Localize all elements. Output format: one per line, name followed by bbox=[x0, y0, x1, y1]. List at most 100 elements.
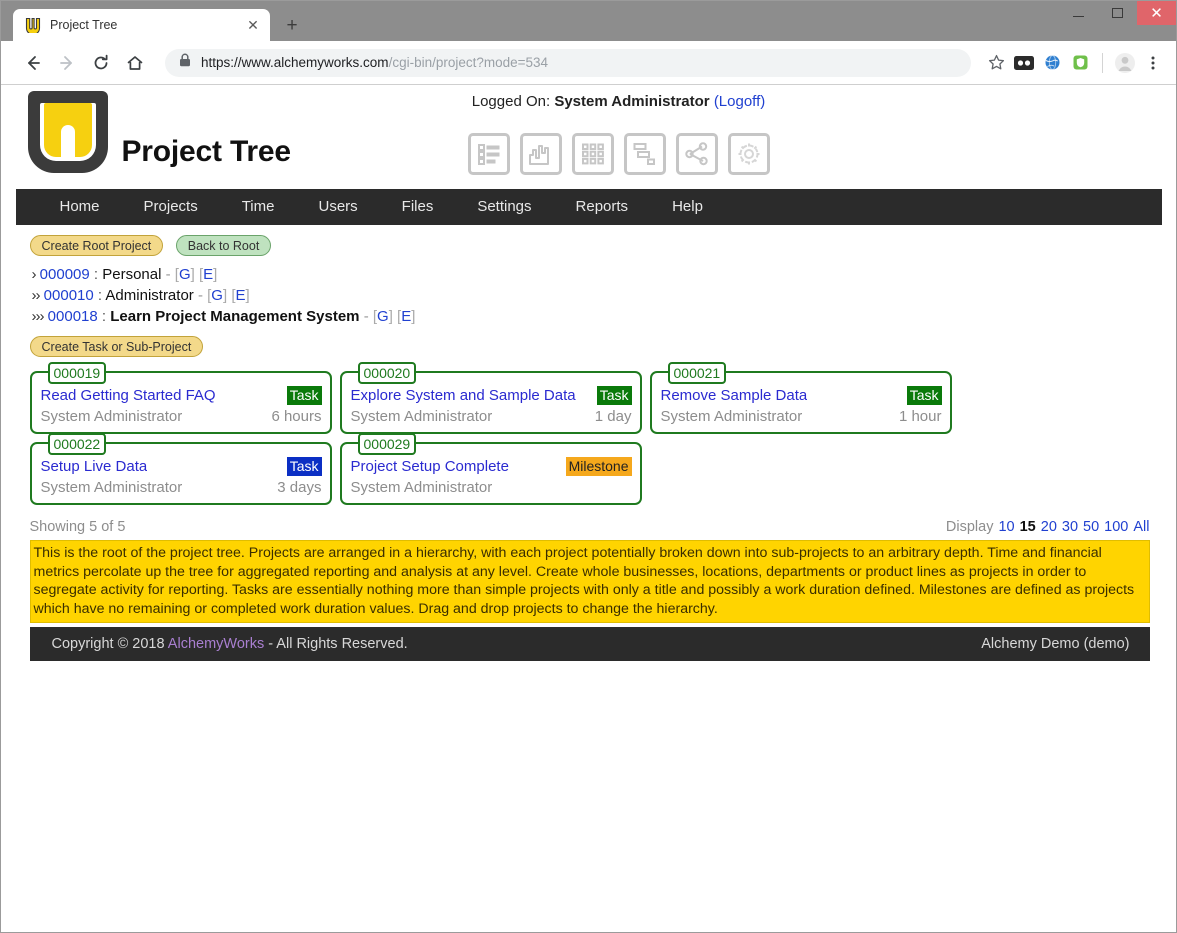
extension-dots-icon[interactable] bbox=[1011, 50, 1037, 76]
browser-window: Project Tree ✕ + ✕ https://www.alchemywo… bbox=[0, 0, 1177, 933]
back-to-root-button[interactable]: Back to Root bbox=[175, 235, 272, 256]
display-options: Display 10 15 20 30 50 100 All bbox=[946, 519, 1150, 535]
account-label: Alchemy Demo (demo) bbox=[981, 636, 1130, 652]
alchemyworks-link[interactable]: AlchemyWorks bbox=[168, 636, 264, 652]
project-card-title[interactable]: Project Setup Complete bbox=[351, 458, 509, 475]
back-icon[interactable] bbox=[17, 47, 49, 79]
address-bar-url: https://www.alchemyworks.com/cgi-bin/pro… bbox=[201, 55, 549, 70]
project-card-title[interactable]: Remove Sample Data bbox=[661, 387, 808, 404]
project-card-title[interactable]: Explore System and Sample Data bbox=[351, 387, 576, 404]
new-tab-button[interactable]: + bbox=[278, 11, 306, 39]
gantt-chart-icon[interactable] bbox=[519, 133, 562, 175]
gantt-link[interactable]: G bbox=[179, 266, 191, 283]
project-card-owner: System Administrator bbox=[350, 479, 493, 496]
tab-strip: Project Tree ✕ + bbox=[1, 1, 306, 41]
logoff-link[interactable]: (Logoff) bbox=[714, 93, 765, 110]
nav-item-settings[interactable]: Settings bbox=[455, 189, 553, 225]
project-tree-logo-icon bbox=[25, 17, 41, 36]
page-viewport: Project Tree Logged On: System Administr… bbox=[1, 85, 1176, 931]
home-icon[interactable] bbox=[119, 47, 151, 79]
bracket-close: ] bbox=[213, 266, 218, 283]
project-name[interactable]: Learn Project Management System bbox=[110, 308, 359, 325]
project-card[interactable]: 000021 Remove Sample Data Task System Admin… bbox=[649, 362, 952, 434]
app-header: Project Tree Logged On: System Administr… bbox=[16, 85, 1162, 189]
nav-item-time[interactable]: Time bbox=[220, 189, 297, 225]
gantt-link[interactable]: G bbox=[377, 308, 389, 325]
display-option-10[interactable]: 10 bbox=[998, 519, 1014, 535]
project-card[interactable]: 000019 Read Getting Started FAQ Task System… bbox=[29, 362, 332, 434]
create-root-project-button[interactable]: Create Root Project bbox=[29, 235, 164, 256]
globe-icon[interactable] bbox=[1039, 50, 1065, 76]
project-card-id[interactable]: 000022 bbox=[47, 433, 107, 455]
project-card[interactable]: 000022 Setup Live Data Task System Administ… bbox=[29, 433, 332, 505]
nav-item-projects[interactable]: Projects bbox=[122, 189, 220, 225]
display-option-all[interactable]: All bbox=[1133, 519, 1149, 535]
edit-link[interactable]: E bbox=[235, 287, 245, 304]
project-card-meta: System Administrator bbox=[351, 479, 632, 496]
nav-item-reports[interactable]: Reports bbox=[554, 189, 651, 225]
copyright-suffix: - All Rights Reserved. bbox=[268, 636, 408, 652]
bookmark-star-icon[interactable] bbox=[983, 50, 1009, 76]
network-view-icon[interactable] bbox=[675, 133, 718, 175]
browser-toolbar: https://www.alchemyworks.com/cgi-bin/pro… bbox=[1, 41, 1176, 85]
shield-icon[interactable] bbox=[1067, 50, 1093, 76]
project-id-link[interactable]: 000010 bbox=[44, 287, 94, 304]
browser-tab[interactable]: Project Tree ✕ bbox=[13, 9, 270, 41]
project-card-id[interactable]: 000020 bbox=[357, 362, 417, 384]
settings-gear-icon[interactable] bbox=[727, 133, 770, 175]
project-card-header: Setup Live Data Task bbox=[41, 457, 322, 476]
avatar[interactable] bbox=[1112, 50, 1138, 76]
display-option-30[interactable]: 30 bbox=[1062, 519, 1078, 535]
status-badge: Task bbox=[596, 386, 632, 405]
project-card-header: Project Setup Complete Milestone bbox=[351, 457, 632, 476]
edit-link[interactable]: E bbox=[401, 308, 411, 325]
edit-link[interactable]: E bbox=[203, 266, 213, 283]
nav-item-help[interactable]: Help bbox=[650, 189, 725, 225]
separator: : bbox=[93, 266, 99, 283]
list-view-icon[interactable] bbox=[467, 133, 510, 175]
address-bar[interactable]: https://www.alchemyworks.com/cgi-bin/pro… bbox=[165, 48, 971, 77]
grid-view-icon[interactable] bbox=[571, 133, 614, 175]
tab-title: Project Tree bbox=[50, 18, 118, 32]
project-breadcrumb-tree: › 000009 : Personal - [G] [E] ›› 000010 :… bbox=[32, 264, 1150, 327]
browser-titlebar: Project Tree ✕ + ✕ bbox=[1, 1, 1176, 41]
project-name[interactable]: Administrator bbox=[105, 287, 193, 304]
hierarchy-view-icon[interactable] bbox=[623, 133, 666, 175]
display-label: Display bbox=[945, 519, 994, 535]
window-close-button[interactable]: ✕ bbox=[1137, 1, 1176, 25]
project-card-id[interactable]: 000021 bbox=[667, 362, 727, 384]
project-card-title[interactable]: Read Getting Started FAQ bbox=[41, 387, 216, 404]
create-task-row: Create Task or Sub-Project bbox=[29, 336, 1150, 357]
display-option-20[interactable]: 20 bbox=[1041, 519, 1057, 535]
project-card[interactable]: 000029 Project Setup Complete Milestone Sys… bbox=[339, 433, 642, 505]
create-task-or-subproject-button[interactable]: Create Task or Sub-Project bbox=[29, 336, 204, 357]
browser-menu-icon[interactable] bbox=[1140, 50, 1166, 76]
window-maximize-button[interactable] bbox=[1098, 1, 1137, 25]
content-area: Create Root Project Back to Root › 00000… bbox=[16, 225, 1162, 661]
toolbar-divider bbox=[1102, 52, 1103, 73]
project-card-duration: 6 hours bbox=[271, 408, 322, 425]
project-card-title[interactable]: Setup Live Data bbox=[41, 458, 148, 475]
nav-item-files[interactable]: Files bbox=[380, 189, 456, 225]
display-option-100[interactable]: 100 bbox=[1104, 519, 1128, 535]
nav-item-home[interactable]: Home bbox=[38, 189, 122, 225]
bracket-close: ] bbox=[388, 308, 393, 325]
project-card-id[interactable]: 000019 bbox=[47, 362, 107, 384]
window-minimize-button[interactable] bbox=[1059, 1, 1098, 25]
project-id-link[interactable]: 000018 bbox=[48, 308, 98, 325]
project-name[interactable]: Personal bbox=[102, 266, 161, 283]
project-card[interactable]: 000020 Explore System and Sample Data Task… bbox=[339, 362, 642, 434]
project-card-header: Read Getting Started FAQ Task bbox=[41, 386, 322, 405]
breadcrumb-row: › 000009 : Personal - [G] [E] bbox=[32, 264, 1150, 285]
display-option-50[interactable]: 50 bbox=[1083, 519, 1099, 535]
display-option-15[interactable]: 15 bbox=[1020, 519, 1036, 535]
nav-item-users[interactable]: Users bbox=[296, 189, 379, 225]
forward-icon[interactable] bbox=[51, 47, 83, 79]
project-card-id[interactable]: 000029 bbox=[357, 433, 417, 455]
close-tab-icon[interactable]: ✕ bbox=[244, 16, 262, 34]
reload-icon[interactable] bbox=[85, 47, 117, 79]
project-id-link[interactable]: 000009 bbox=[40, 266, 90, 283]
project-card-owner: System Administrator bbox=[40, 479, 183, 496]
copyright-prefix: Copyright © 2018 bbox=[51, 636, 165, 652]
gantt-link[interactable]: G bbox=[211, 287, 223, 304]
